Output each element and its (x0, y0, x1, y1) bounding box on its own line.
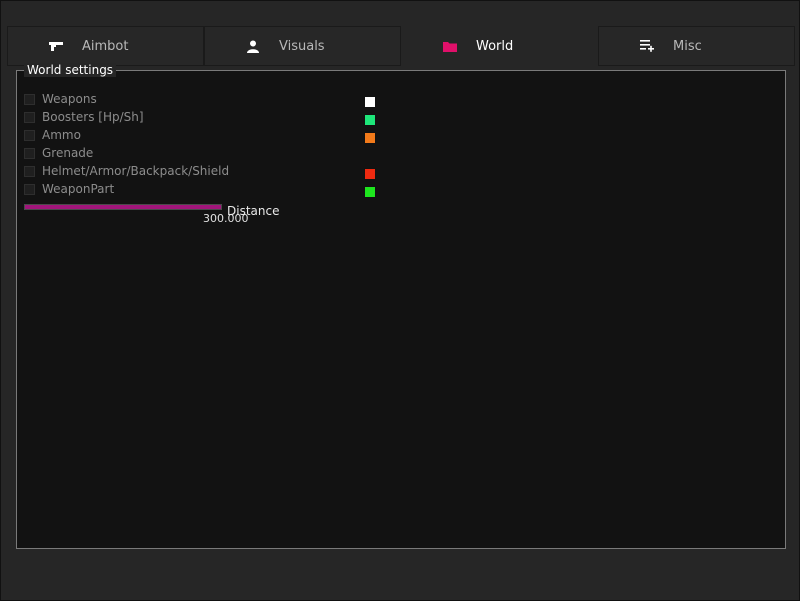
ammo-checkbox[interactable] (24, 129, 35, 141)
tab-aimbot-label: Aimbot (82, 38, 129, 54)
tab-misc-label: Misc (673, 38, 702, 54)
grenade-checkbox[interactable] (24, 147, 35, 159)
tab-misc[interactable]: Misc (598, 26, 795, 66)
distance-label: Distance (227, 204, 280, 218)
weaponpart-color-swatch[interactable] (364, 186, 376, 198)
boosters-label: Boosters [Hp/Sh] (42, 110, 144, 124)
ammo-label: Ammo (42, 128, 81, 142)
person-icon (245, 38, 261, 54)
weapons-color-swatch[interactable] (364, 96, 376, 108)
app-window: Aimbot Visuals World Misc World settings… (0, 0, 800, 601)
tab-visuals[interactable]: Visuals (204, 26, 401, 66)
tab-bar: Aimbot Visuals World Misc (7, 26, 795, 66)
boosters-color-swatch[interactable] (364, 114, 376, 126)
weapons-checkbox[interactable] (24, 93, 35, 105)
option-grenade[interactable]: Grenade (24, 145, 93, 161)
distance-slider-fill (25, 205, 221, 209)
helmet-armor-checkbox[interactable] (24, 165, 35, 177)
gun-icon (48, 38, 64, 54)
ammo-color-swatch[interactable] (364, 132, 376, 144)
helmet-armor-label: Helmet/Armor/Backpack/Shield (42, 164, 230, 178)
option-weaponpart[interactable]: WeaponPart (24, 181, 114, 197)
tab-world[interactable]: World (401, 26, 598, 66)
tab-aimbot[interactable]: Aimbot (7, 26, 204, 66)
weapons-label: Weapons (42, 92, 97, 106)
folder-icon (442, 38, 458, 54)
weaponpart-label: WeaponPart (42, 182, 115, 196)
tab-world-label: World (476, 38, 514, 54)
option-weapons[interactable]: Weapons (24, 91, 97, 107)
helmet-armor-color-swatch[interactable] (364, 168, 376, 180)
distance-slider[interactable] (24, 204, 222, 210)
world-settings-panel: World settings Weapons Boosters [Hp/Sh] … (16, 63, 786, 549)
weaponpart-checkbox[interactable] (24, 183, 35, 195)
panel-title: World settings (24, 63, 117, 77)
boosters-checkbox[interactable] (24, 111, 35, 123)
option-ammo[interactable]: Ammo (24, 127, 81, 143)
list-add-icon (639, 38, 655, 54)
option-boosters[interactable]: Boosters [Hp/Sh] (24, 109, 144, 125)
grenade-label: Grenade (42, 146, 94, 160)
option-helmet-armor[interactable]: Helmet/Armor/Backpack/Shield (24, 163, 229, 179)
tab-visuals-label: Visuals (279, 38, 325, 54)
